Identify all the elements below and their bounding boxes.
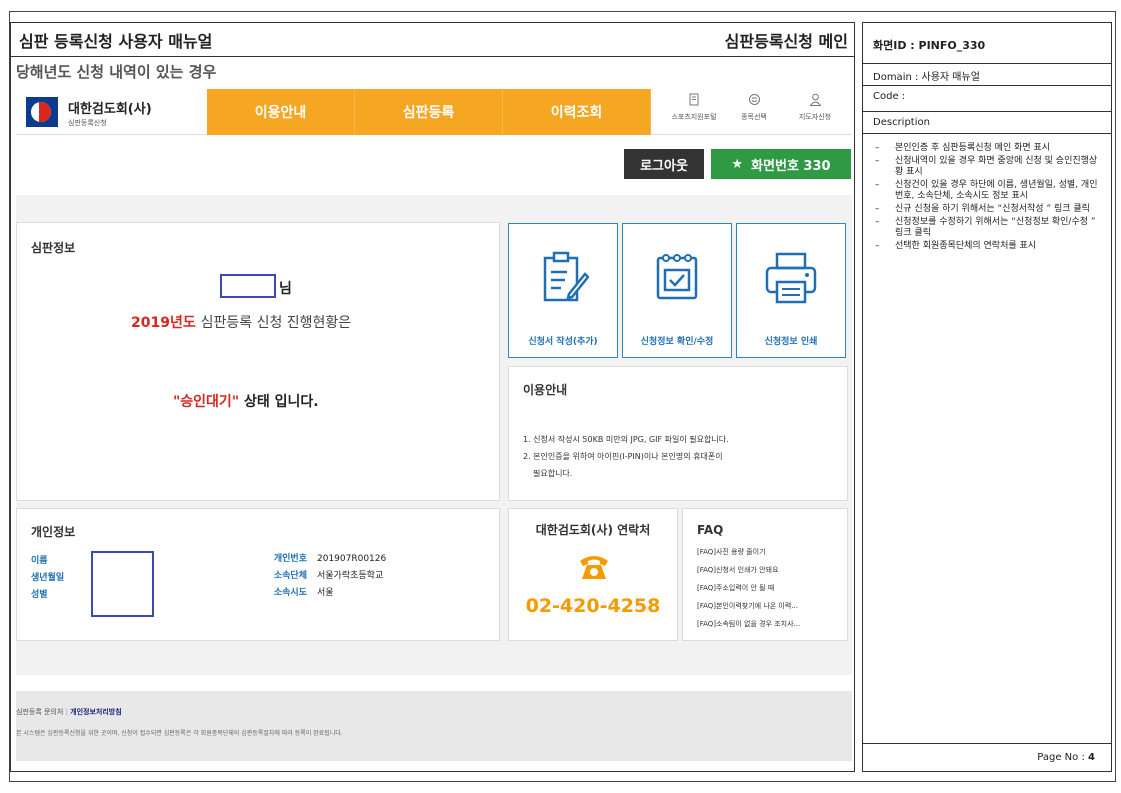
site-header: 대한검도회(사) 심판등록신청 이용안내 심판등록 이력조회 스포츠지원포털 종… [16,89,852,135]
description-list: 본인인증 후 심판등록신청 메인 화면 표시 신청내역이 있을 경우 화면 중앙… [873,143,1105,254]
description-item: 신규 신청을 하기 위해서는 “신청서작성 ” 링크 클릭 [873,204,1105,215]
guide-title: 이용안내 [523,383,568,397]
judge-info-title: 심판정보 [31,241,76,255]
masked-name [220,274,276,298]
contact-panel: 대한검도회(사) 연락처 02-420-4258 [508,508,678,641]
footer-inquiry-link[interactable]: 심판등록 문의처 [16,708,63,716]
clipboard-pen-icon [543,251,589,302]
notebook-check-icon [656,254,698,300]
description-item: 신청정보를 수정하기 위해서는 “신청정보 확인/수정 ” 링크 클릭 [873,217,1105,239]
card-label: 신청정보 확인/수정 [640,337,714,347]
document-icon [687,93,701,107]
logout-button[interactable]: 로그아웃 [624,149,704,179]
code-row: Code : [863,86,1111,112]
printer-icon [765,252,817,304]
domain-row: Domain : 사용자 매뉴얼 [863,64,1111,86]
card-label: 신청서 작성(추가) [528,337,598,347]
phone-icon [580,556,608,579]
value-org: 서울가락초등학교 [317,571,384,581]
label-birth: 생년월일 [31,573,65,583]
footer-privacy-link[interactable]: 개인정보처리방침 [70,708,122,716]
faq-item[interactable]: [FAQ]신청서 인쇄가 안돼요 [697,565,800,575]
util-sports-portal[interactable]: 스포츠지원포털 [669,93,719,122]
description-item: 신청내역이 있을 경우 화면 중앙에 신청 및 승인진행상황 표시 [873,156,1105,178]
personal-info-title: 개인정보 [31,525,76,539]
card-label: 신청정보 인쇄 [764,337,818,347]
description-item: 본인인증 후 심판등록신청 메인 화면 표시 [873,143,1105,154]
value-region: 서울 [317,588,334,598]
faq-panel: FAQ [FAQ]사진 용량 줄이기 [FAQ]신청서 인쇄가 안돼요 [FAQ… [682,508,848,641]
personal-info-panel: 개인정보 이름 생년월일 성별 개인번호 소속단체 소속시도 201907R00… [16,508,500,641]
status-year: 2019년도 [131,315,196,331]
star-icon: ★ [731,156,744,172]
faq-item[interactable]: [FAQ]주소입력이 안 될 때 [697,583,800,593]
footer-notice: 본 시스템은 심판등록신청을 위한 곳이며, 신청이 접수되면 심판등록은 각 … [16,730,343,737]
guide-line: 2. 본인인증을 위하여 아이핀(I-PIN)이나 본인명의 휴대폰이 [523,452,723,461]
status-badge: "승인대기" [173,394,240,410]
personal-values-right: 201907R00126 서울가락초등학교 서울 [317,551,386,602]
masked-personal-photo [91,551,154,617]
faq-title: FAQ [697,523,724,537]
page-value: 4 [1088,752,1095,763]
description-label: Description [863,112,1111,134]
doc-header: 심판 등록신청 사용자 매뉴얼 심판등록신청 메인 [11,23,854,57]
faq-list: [FAQ]사진 용량 줄이기 [FAQ]신청서 인쇄가 안돼요 [FAQ]주소입… [697,547,800,637]
personal-labels-left: 이름 생년월일 성별 [31,553,64,604]
screen-number-button[interactable]: ★ 화면번호 330 [711,149,851,179]
util-sport-select[interactable]: 종목선택 [729,93,779,122]
status-result: "승인대기" 상태 입니다. [173,391,319,411]
screen-id: 화면ID : PINFO_330 [863,23,1111,64]
label-name: 이름 [31,556,48,566]
util-label: 종목선택 [741,113,767,121]
contact-phone[interactable]: 02-420-4258 [509,595,677,617]
logo-icon[interactable] [26,97,58,127]
menu-item-register[interactable]: 심판등록 [355,89,503,135]
screen-number-label: 화면번호 330 [751,158,831,174]
main-menu: 이용안내 심판등록 이력조회 [207,89,651,135]
screen-panel: 심판 등록신청 사용자 매뉴얼 심판등록신청 메인 당해년도 신청 내역이 있는… [10,22,855,772]
label-org: 소속단체 [273,571,307,581]
page-label: Page No : [1037,752,1085,763]
judge-info-panel: 심판정보 님 2019년도 심판등록 신청 진행현황은 "승인대기" 상태 입니… [16,222,500,501]
apply-edit-card[interactable]: 신청정보 확인/수정 [622,223,732,358]
status-line: 2019년도 심판등록 신청 진행현황은 [131,312,351,332]
logo-name[interactable]: 대한검도회(사) [68,98,152,117]
page-footer: Page No : 4 [863,743,1111,771]
doc-screen-name: 심판등록신청 메인 [724,32,848,51]
contact-title: 대한검도회(사) 연락처 [535,523,651,537]
guide-line: 필요합니다. [533,469,573,478]
doc-subtitle: 당해년도 신청 내역이 있는 경우 [16,63,217,81]
faq-item[interactable]: [FAQ]소속팀이 없을 경우 조치사... [697,619,800,629]
menu-item-history[interactable]: 이력조회 [503,89,651,135]
logo-subtitle: 심판등록신청 [68,119,107,127]
description-item: 신청건이 있을 경우 하단에 이름, 생년월일, 성별, 개인번호, 소속단체,… [873,180,1105,202]
label-member-no: 개인번호 [273,554,307,564]
page-number: Page No : 4 [1037,752,1095,763]
util-label: 지도자신청 [798,113,832,121]
smile-icon [747,93,761,107]
label-gender: 성별 [31,590,48,600]
site-footer: 심판등록 문의처 | 개인정보처리방침 본 시스템은 심판등록신청을 위한 곳이… [16,691,852,761]
personal-labels-right: 개인번호 소속단체 소속시도 [257,551,307,602]
status-text: 심판등록 신청 진행현황은 [200,315,352,331]
value-member-no: 201907R00126 [317,554,387,564]
description-item: 선택한 회원종목단체의 연락처를 표시 [873,241,1105,252]
guide-line: 1. 신청서 작성시 50KB 미만의 JPG, GIF 파일이 필요합니다. [523,435,729,444]
faq-item[interactable]: [FAQ]사진 용량 줄이기 [697,547,800,557]
util-coach-apply[interactable]: 지도자신청 [790,93,840,122]
name-suffix: 님 [279,281,292,297]
status-tail: 상태 입니다. [239,394,319,410]
guide-text: 1. 신청서 작성시 50KB 미만의 JPG, GIF 파일이 필요합니다. … [523,431,729,482]
guide-panel: 이용안내 1. 신청서 작성시 50KB 미만의 JPG, GIF 파일이 필요… [508,366,848,501]
user-icon [808,93,822,107]
print-card[interactable]: 신청정보 인쇄 [736,223,846,358]
footer-links: 심판등록 문의처 | 개인정보처리방침 [16,708,122,716]
doc-title: 심판 등록신청 사용자 매뉴얼 [19,32,213,51]
apply-form-card[interactable]: 신청서 작성(추가) [508,223,618,358]
menu-item-guide[interactable]: 이용안내 [207,89,355,135]
faq-item[interactable]: [FAQ]본인이력찾기에 나온 이력... [697,601,800,611]
meta-panel: 화면ID : PINFO_330 Domain : 사용자 매뉴얼 Code :… [862,22,1112,772]
util-label: 스포츠지원포털 [671,113,717,121]
label-region: 소속시도 [273,588,307,598]
